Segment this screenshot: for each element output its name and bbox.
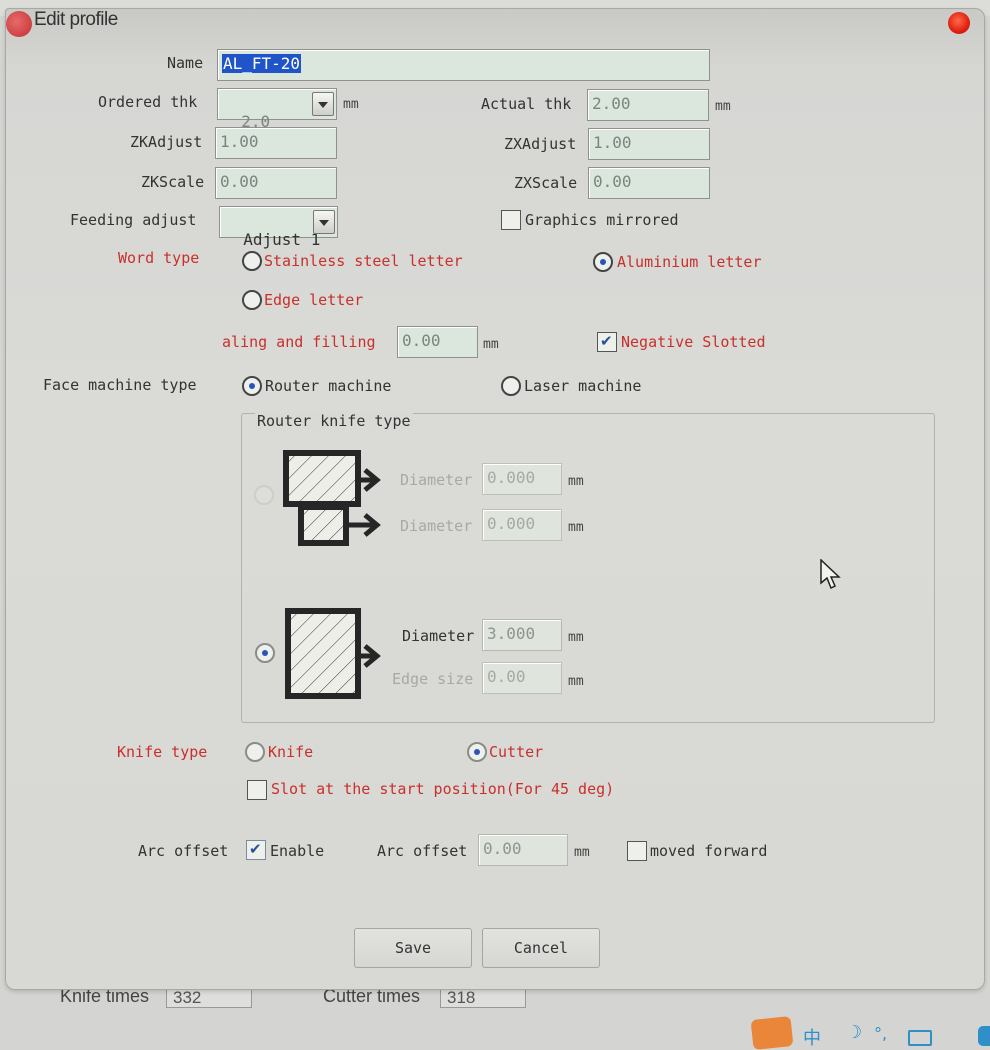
radio-cutter[interactable] — [467, 742, 487, 762]
radio-knife[interactable] — [245, 742, 265, 762]
face-machine-type-label: Face machine type — [43, 376, 197, 394]
chevron-down-icon[interactable] — [313, 210, 335, 234]
router-knife-type-title: Router knife type — [255, 412, 413, 430]
edge-size-unit: mm — [568, 674, 584, 689]
radio-double-knife[interactable] — [254, 485, 274, 505]
double-diameter1-unit: mm — [568, 474, 584, 489]
knife-times-field: 332 — [166, 988, 252, 1008]
edge-size-label: Edge size — [392, 670, 474, 688]
knife-type-label: Knife type — [117, 743, 208, 761]
cutter-label: Cutter — [489, 743, 544, 761]
word-type-label: Word type — [118, 249, 200, 267]
chevron-down-icon[interactable] — [312, 92, 334, 116]
aluminium-letter-label: Aluminium letter — [617, 253, 762, 271]
zx-adjust-input[interactable]: 1.00 — [588, 128, 710, 160]
arc-offset-enable-checkbox[interactable] — [246, 840, 266, 860]
sealing-filling-unit: mm — [483, 337, 499, 352]
settings-icon[interactable] — [978, 1026, 990, 1046]
cutter-times-field: 318 — [440, 988, 526, 1008]
slot-at-start-label: Slot at the start position(For 45 deg) — [271, 780, 615, 798]
title-bar[interactable]: Edit profile — [6, 9, 984, 37]
feeding-adjust-value: Adjust 1 — [243, 230, 321, 249]
radio-edge-letter[interactable] — [242, 290, 262, 310]
actual-thk-unit: mm — [715, 99, 731, 114]
name-label: Name — [167, 54, 204, 72]
stainless-steel-letter-label: Stainless steel letter — [264, 252, 463, 270]
negative-slotted-checkbox[interactable] — [597, 332, 617, 352]
feeding-adjust-select[interactable]: Adjust 1 — [219, 206, 338, 249]
ordered-thk-label: Ordered thk — [98, 93, 198, 111]
mouse-cursor-icon — [820, 559, 841, 590]
laser-machine-label: Laser machine — [524, 377, 642, 395]
graphics-mirrored-label: Graphics mirrored — [525, 211, 679, 229]
zx-scale-input[interactable]: 0.00 — [588, 167, 710, 199]
double-diameter2-label: Diameter — [400, 517, 473, 535]
zx-adjust-label: ZXAdjust — [504, 135, 577, 153]
arc-offset-unit: mm — [574, 845, 590, 860]
name-value: AL_FT-20 — [222, 54, 302, 73]
radio-aluminium-letter[interactable] — [593, 252, 613, 272]
punctuation-icon[interactable]: °, — [874, 1024, 887, 1043]
edge-size-input[interactable]: 0.00 — [482, 662, 562, 694]
keyboard-icon[interactable] — [908, 1030, 932, 1046]
zk-scale-input[interactable]: 0.00 — [215, 167, 337, 199]
double-diameter2-input[interactable]: 0.000 — [482, 509, 562, 541]
graphics-mirrored-checkbox[interactable] — [501, 210, 521, 230]
arc-offset-input[interactable]: 0.00 — [478, 834, 568, 866]
knife-label: Knife — [268, 743, 314, 761]
window-title: Edit profile — [34, 9, 118, 30]
moon-icon[interactable]: ☽ — [846, 1022, 862, 1043]
single-diameter-input[interactable]: 3.000 — [482, 619, 562, 651]
zk-adjust-input[interactable]: 1.00 — [215, 127, 337, 159]
ordered-thk-select[interactable]: 2.0 — [217, 88, 337, 131]
double-diameter1-label: Diameter — [400, 471, 473, 489]
name-input[interactable]: AL_FT-20 — [217, 49, 710, 81]
sogou-ime-icon[interactable] — [750, 1015, 794, 1050]
app-icon — [6, 11, 32, 37]
radio-laser-machine[interactable] — [501, 376, 521, 396]
edge-letter-label: Edge letter — [264, 291, 364, 309]
radio-router-machine[interactable] — [242, 376, 262, 396]
double-diameter1-input[interactable]: 0.000 — [482, 463, 562, 495]
radio-single-knife[interactable] — [255, 643, 275, 663]
actual-thk-input[interactable]: 2.00 — [587, 89, 709, 121]
ordered-thk-unit: mm — [343, 97, 359, 112]
moved-forward-label: moved forward — [650, 842, 768, 860]
close-button[interactable] — [948, 12, 970, 34]
negative-slotted-label: Negative Slotted — [621, 333, 766, 351]
arc-offset-enable-label: Enable — [270, 842, 325, 860]
sealing-filling-label: aling and filling — [222, 333, 376, 351]
router-machine-label: Router machine — [265, 377, 392, 395]
double-diameter2-unit: mm — [568, 520, 584, 535]
single-diameter-label: Diameter — [402, 627, 475, 645]
zx-scale-label: ZXScale — [514, 174, 578, 192]
moved-forward-checkbox[interactable] — [627, 841, 647, 861]
feeding-adjust-label: Feeding adjust — [70, 211, 197, 229]
radio-stainless-steel-letter[interactable] — [242, 251, 262, 271]
sealing-filling-input[interactable]: 0.00 — [397, 326, 478, 358]
single-diameter-unit: mm — [568, 630, 584, 645]
ime-language-icon[interactable]: 中 — [803, 1024, 821, 1050]
zk-scale-label: ZKScale — [141, 173, 205, 191]
single-knife-diagram-icon — [285, 608, 381, 699]
actual-thk-label: Actual thk — [481, 95, 572, 113]
save-button[interactable]: Save — [354, 928, 472, 968]
arc-offset-value-label: Arc offset — [377, 842, 468, 860]
zk-adjust-label: ZKAdjust — [130, 133, 203, 151]
cancel-button[interactable]: Cancel — [482, 928, 600, 968]
arc-offset-label: Arc offset — [138, 842, 229, 860]
double-knife-diagram-icon — [283, 450, 381, 546]
slot-at-start-checkbox[interactable] — [247, 780, 267, 800]
